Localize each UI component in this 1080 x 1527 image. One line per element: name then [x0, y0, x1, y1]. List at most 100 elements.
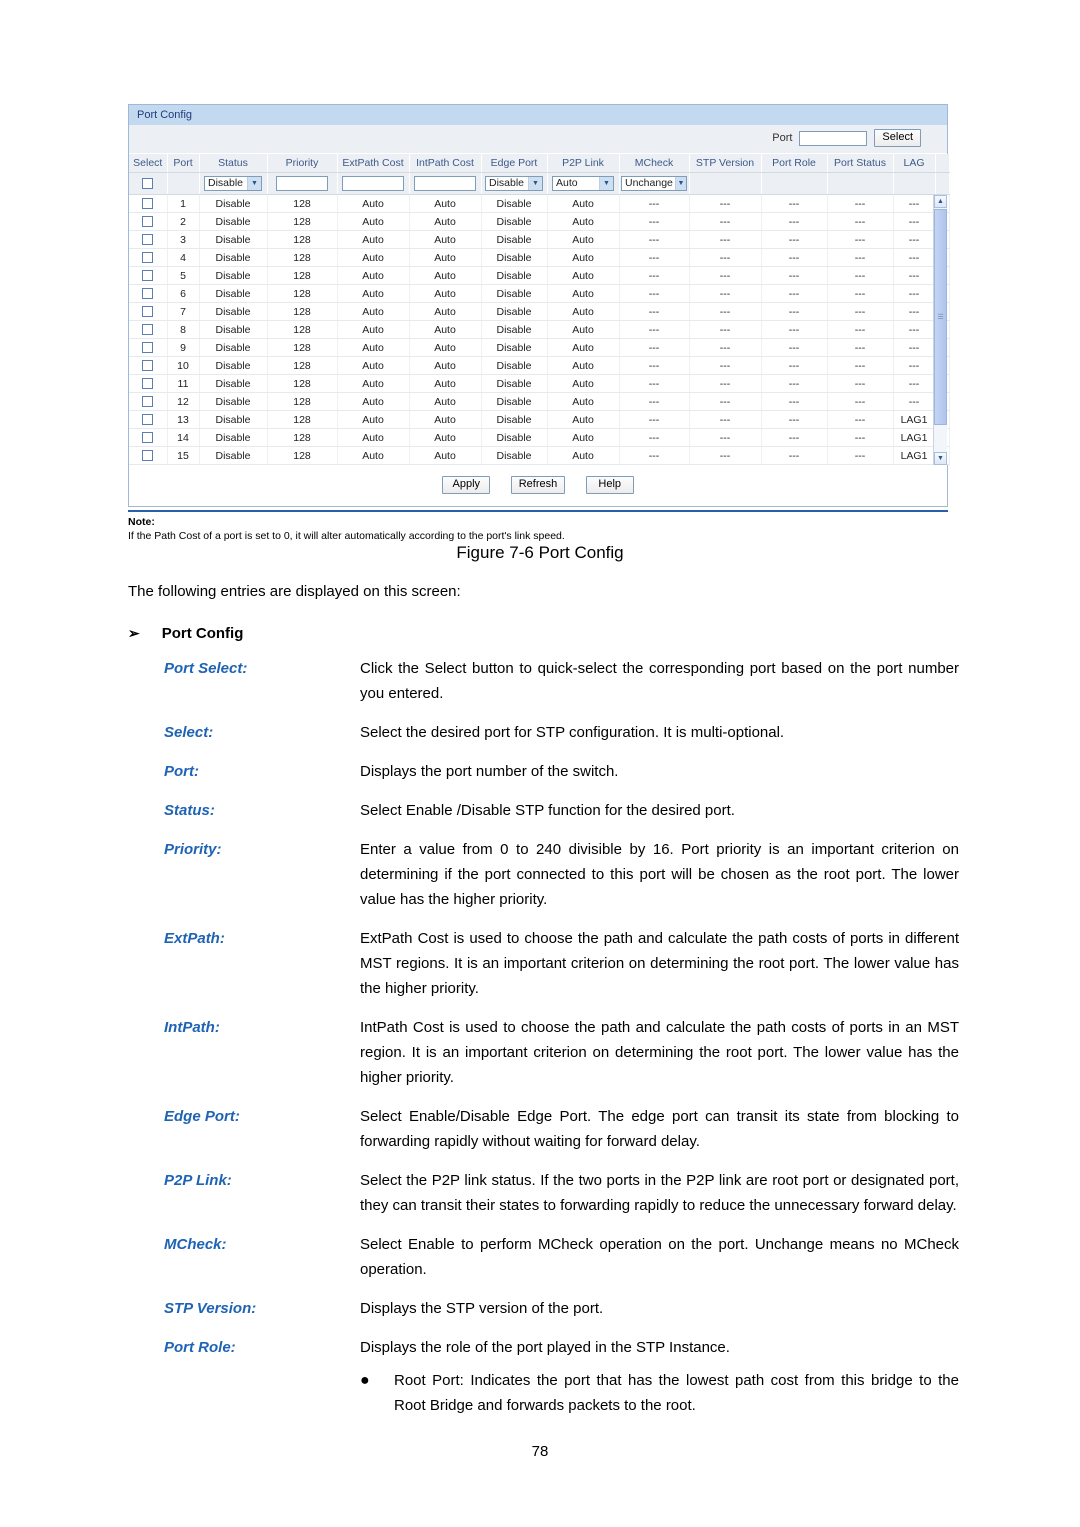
apply-button[interactable]: Apply [442, 476, 491, 494]
row-checkbox[interactable] [142, 378, 154, 390]
mcheck-dropdown[interactable]: Unchange ▼ [621, 176, 687, 191]
row-checkbox[interactable] [142, 306, 154, 318]
entry-description: Select Enable to perform MCheck operatio… [360, 1232, 959, 1282]
row-select-cell[interactable] [129, 446, 168, 465]
row-select-cell[interactable] [129, 374, 168, 393]
cell-p2p-link: Auto [547, 320, 620, 339]
row-select-cell[interactable] [129, 266, 168, 285]
row-checkbox[interactable] [142, 432, 154, 444]
filter-extpath-cell[interactable] [337, 172, 410, 195]
table-vertical-scrollbar[interactable]: ▲ ☰ ▼ [933, 195, 947, 465]
cell-edge-port: Disable [481, 248, 548, 267]
filter-status-cell[interactable]: Disable ▼ [199, 172, 268, 195]
entry-description: Enter a value from 0 to 240 divisible by… [360, 837, 959, 912]
cell-port: 11 [167, 374, 200, 393]
entry-term: MCheck: [164, 1236, 227, 1253]
edge-port-dropdown[interactable]: Disable ▼ [485, 176, 543, 191]
row-checkbox[interactable] [142, 414, 154, 426]
cell-port: 7 [167, 302, 200, 321]
row-select-cell[interactable] [129, 320, 168, 339]
entry-description: Displays the role of the port played in … [360, 1335, 959, 1418]
row-select-cell[interactable] [129, 410, 168, 429]
row-select-cell[interactable] [129, 248, 168, 267]
filter-select-all-cell[interactable] [129, 172, 168, 195]
cell-lag: --- [893, 266, 936, 285]
cell-edge-port: Disable [481, 212, 548, 231]
row-checkbox[interactable] [142, 324, 154, 336]
cell-stp-version: --- [689, 428, 762, 447]
cell-extpath-cost: Auto [337, 195, 410, 213]
cell-lag: LAG1 [893, 410, 936, 429]
cell-port: 12 [167, 392, 200, 411]
cell-port: 14 [167, 428, 200, 447]
scrollbar-thumb[interactable]: ☰ [934, 209, 947, 425]
cell-mcheck: --- [619, 446, 690, 465]
filter-edge-port-cell[interactable]: Disable ▼ [481, 172, 548, 195]
scroll-up-arrow-icon[interactable]: ▲ [934, 195, 947, 208]
help-button[interactable]: Help [585, 476, 634, 494]
row-select-cell[interactable] [129, 428, 168, 447]
row-checkbox[interactable] [142, 270, 154, 282]
cell-port-status: --- [827, 428, 894, 447]
intpath-cost-input[interactable] [414, 176, 476, 191]
status-dropdown[interactable]: Disable ▼ [204, 176, 262, 191]
cell-intpath-cost: Auto [409, 266, 482, 285]
entry-term: Edge Port: [164, 1108, 240, 1125]
refresh-button[interactable]: Refresh [510, 476, 566, 494]
entry-item: Port: Displays the port number of the swi… [164, 759, 959, 798]
cell-priority: 128 [267, 302, 338, 321]
row-select-cell[interactable] [129, 212, 168, 231]
row-checkbox[interactable] [142, 252, 154, 264]
row-checkbox[interactable] [142, 234, 154, 246]
row-checkbox[interactable] [142, 396, 154, 408]
cell-edge-port: Disable [481, 428, 548, 447]
cell-priority: 128 [267, 392, 338, 411]
row-checkbox[interactable] [142, 216, 154, 228]
scroll-down-arrow-icon[interactable]: ▼ [934, 452, 947, 465]
mcheck-dropdown-value: Unchange [625, 177, 673, 189]
entry-term: Port Role: [164, 1339, 236, 1356]
filter-priority-cell[interactable] [267, 172, 338, 195]
table-row: 14 Disable 128 Auto Auto Disable Auto --- --- ---… [129, 428, 950, 447]
row-select-cell[interactable] [129, 392, 168, 411]
row-select-cell[interactable] [129, 230, 168, 249]
port-select-button[interactable]: Select [874, 129, 921, 147]
cell-edge-port: Disable [481, 410, 548, 429]
entry-description-text: IntPath Cost is used to choose the path … [360, 1019, 959, 1086]
row-select-cell[interactable] [129, 284, 168, 303]
port-search-input[interactable] [799, 130, 868, 146]
row-select-cell[interactable] [129, 195, 168, 213]
cell-mcheck: --- [619, 212, 690, 231]
cell-extpath-cost: Auto [337, 410, 410, 429]
cell-port: 2 [167, 212, 200, 231]
cell-stp-version: --- [689, 266, 762, 285]
filter-intpath-cell[interactable] [409, 172, 482, 195]
cell-port: 1 [167, 195, 200, 213]
filter-mcheck-cell[interactable]: Unchange ▼ [619, 172, 690, 195]
cell-mcheck: --- [619, 356, 690, 375]
cell-extpath-cost: Auto [337, 284, 410, 303]
entry-description-text: ExtPath Cost is used to choose the path … [360, 930, 959, 997]
row-select-cell[interactable] [129, 338, 168, 357]
note-title: Note: [128, 516, 155, 528]
priority-input[interactable] [276, 176, 328, 191]
extpath-cost-input[interactable] [342, 176, 404, 191]
row-select-cell[interactable] [129, 302, 168, 321]
cell-lag: --- [893, 248, 936, 267]
row-checkbox[interactable] [142, 198, 154, 210]
p2p-link-dropdown[interactable]: Auto ▼ [552, 176, 614, 191]
table-row: 8 Disable 128 Auto Auto Disable Auto --- --- --- -… [129, 320, 950, 339]
cell-lag: --- [893, 320, 936, 339]
row-checkbox[interactable] [142, 288, 154, 300]
select-all-checkbox[interactable] [142, 178, 154, 190]
row-select-cell[interactable] [129, 356, 168, 375]
cell-port: 6 [167, 284, 200, 303]
row-checkbox[interactable] [142, 360, 154, 372]
port-config-table-body: 1 Disable 128 Auto Auto Disable Auto --- --- --- -… [129, 195, 950, 465]
filter-p2p-link-cell[interactable]: Auto ▼ [547, 172, 620, 195]
cell-mcheck: --- [619, 338, 690, 357]
cell-p2p-link: Auto [547, 302, 620, 321]
row-checkbox[interactable] [142, 450, 154, 462]
row-checkbox[interactable] [142, 342, 154, 354]
entry-description: Select the P2P link status. If the two p… [360, 1168, 959, 1218]
